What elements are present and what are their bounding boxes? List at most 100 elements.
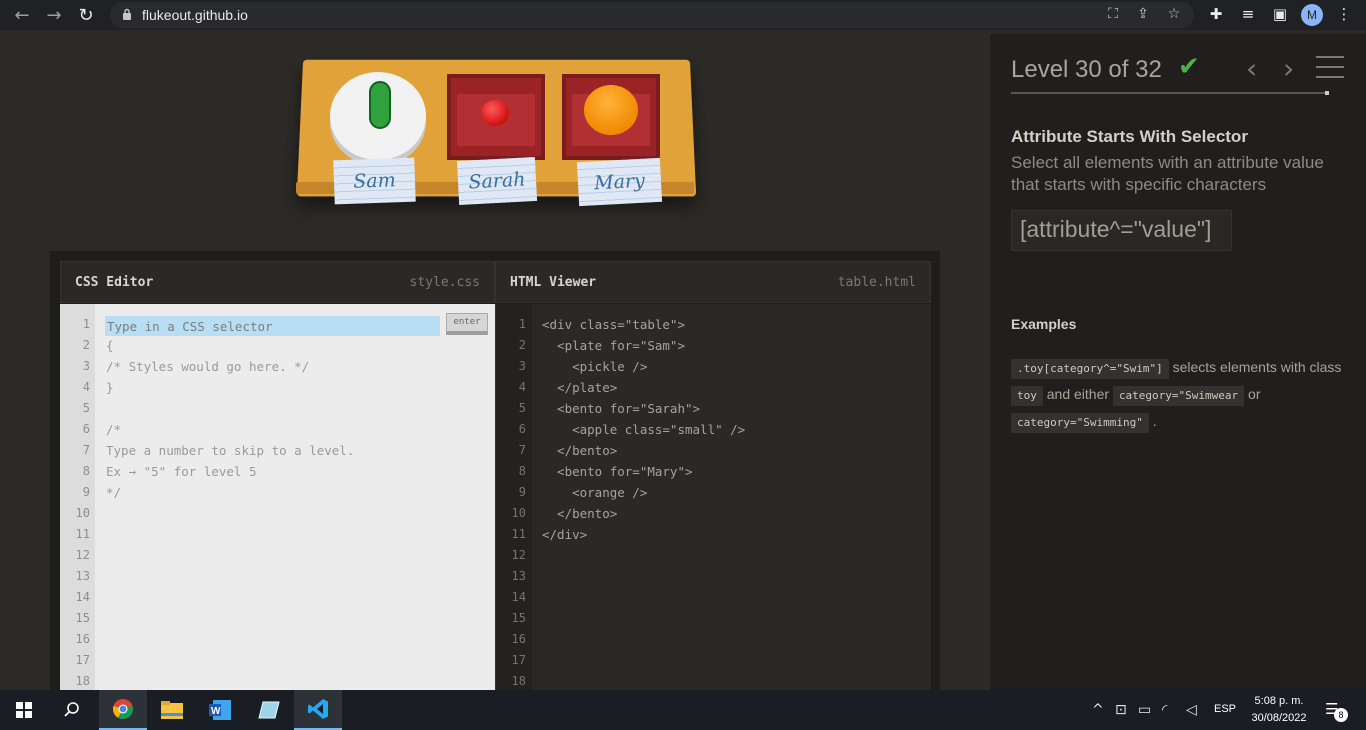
code-line: <bento for="Sarah">: [542, 401, 701, 416]
level-menu-icon[interactable]: [1316, 56, 1344, 78]
meet-now-icon[interactable]: ⊡: [1115, 702, 1127, 718]
example-prose: or: [1244, 386, 1261, 402]
level-progress-marker: [1325, 91, 1329, 95]
example-text: .toy[category^="Swim"] selects elements …: [1011, 354, 1351, 435]
editor-panel: CSS Editor style.css HTML Viewer table.h…: [50, 251, 940, 690]
code-line: Type a number to skip to a level.: [106, 443, 355, 458]
search-icon[interactable]: [48, 690, 96, 730]
line-number: 13: [511, 569, 526, 583]
wifi-icon[interactable]: ◜: [1162, 702, 1167, 718]
share-icon[interactable]: ⇪: [1134, 6, 1152, 24]
css-editor-header: CSS Editor style.css: [60, 261, 495, 303]
line-number: 18: [75, 674, 90, 688]
system-clock[interactable]: 5:08 p. m. 30/08/2022: [1244, 693, 1314, 727]
line-number: 12: [511, 548, 526, 562]
code-line: <plate for="Sam">: [542, 338, 685, 353]
css-line-gutter: 1 2 3 4 5 6 7 8 9 10 11 12 13 14 15 16 17 18: [60, 304, 95, 690]
translate-icon[interactable]: ⛶: [1104, 6, 1122, 24]
line-number: 7: [518, 443, 526, 457]
line-number: 16: [75, 632, 90, 646]
selector-syntax: [attribute^="value"]: [1011, 210, 1232, 251]
menu-icon[interactable]: ⋮: [1334, 5, 1354, 25]
name-tag-sarah: Sarah: [456, 156, 538, 206]
line-number: 17: [511, 653, 526, 667]
notepad-icon[interactable]: [245, 690, 293, 730]
code-line: <orange />: [542, 485, 648, 500]
extensions-icon[interactable]: ✚: [1206, 5, 1226, 25]
line-number: 9: [518, 485, 526, 499]
line-number: 1: [518, 317, 526, 331]
pickle[interactable]: [369, 81, 391, 129]
notification-badge: 8: [1334, 708, 1348, 722]
apple-small[interactable]: [481, 100, 509, 126]
line-number: 16: [511, 632, 526, 646]
html-viewer-body: 1 2 3 4 5 6 7 8 9 10 11 12 13 14 15 16 17 18 <div class="…: [495, 304, 931, 690]
code-line: <bento for="Mary">: [542, 464, 693, 479]
code-line: </div>: [542, 527, 588, 542]
code-line: }: [106, 380, 114, 395]
address-bar[interactable]: flukeout.github.io ⛶ ⇪ ☆: [110, 2, 1194, 28]
clock-time: 5:08 p. m.: [1254, 695, 1304, 707]
example-code: toy: [1011, 386, 1043, 406]
previous-level-icon[interactable]: ‹: [1246, 52, 1257, 85]
line-number: 7: [82, 443, 90, 457]
html-viewer-filename: table.html: [837, 275, 916, 290]
name-tag-sam: Sam: [333, 157, 416, 205]
check-icon: ✔: [1178, 52, 1200, 82]
vscode-icon[interactable]: [294, 690, 342, 730]
line-number: 3: [82, 359, 90, 373]
name-tag-mary: Mary: [576, 157, 663, 207]
star-icon[interactable]: ☆: [1165, 6, 1183, 24]
line-number: 14: [75, 590, 90, 604]
line-number: 5: [518, 401, 526, 415]
reload-icon[interactable]: ↻: [74, 3, 98, 27]
level-sidebar: Level 30 of 32 ✔ ‹ › Attribute Starts Wi…: [990, 34, 1366, 690]
code-line: /*: [106, 422, 122, 437]
profile-avatar[interactable]: M: [1301, 4, 1323, 26]
line-number: 8: [82, 464, 90, 478]
line-number: 12: [75, 548, 90, 562]
back-arrow-icon[interactable]: ←: [10, 3, 34, 27]
line-number: 1: [82, 317, 90, 331]
line-number: 3: [518, 359, 526, 373]
example-prose: and either: [1042, 386, 1113, 402]
lock-icon: [123, 8, 131, 20]
example-code: category="Swimwear: [1112, 386, 1245, 406]
line-number: 11: [511, 527, 526, 541]
chrome-icon[interactable]: [99, 690, 147, 730]
enter-button[interactable]: enter: [446, 313, 488, 335]
example-prose: .: [1148, 413, 1157, 429]
code-line: <apple class="small" />: [542, 422, 746, 437]
language-indicator[interactable]: ESP: [1214, 703, 1236, 715]
line-number: 2: [82, 338, 90, 352]
css-selector-input[interactable]: [105, 316, 440, 336]
html-line-gutter: 1 2 3 4 5 6 7 8 9 10 11 12 13 14 15 16 17 18: [496, 304, 532, 690]
notification-center-icon[interactable]: ☰ 8: [1325, 700, 1348, 722]
line-number: 14: [511, 590, 526, 604]
volume-icon[interactable]: ◁: [1186, 702, 1197, 718]
game-area: Sam Sarah Mary CSS Editor style.css HTML…: [0, 34, 990, 690]
line-number: 15: [511, 611, 526, 625]
battery-icon[interactable]: ▭: [1138, 702, 1151, 718]
show-hidden-icons[interactable]: ^: [1092, 702, 1104, 718]
media-icon[interactable]: ≡: [1238, 5, 1258, 25]
next-level-icon[interactable]: ›: [1283, 52, 1294, 85]
side-panel-icon[interactable]: ▣: [1270, 5, 1290, 25]
orange[interactable]: [584, 85, 638, 135]
css-editor-title: CSS Editor: [75, 275, 154, 290]
code-line: </bento>: [542, 443, 618, 458]
browser-toolbar: ← → ↻ flukeout.github.io ⛶ ⇪ ☆ ✚ ≡ ▣ M ⋮: [0, 0, 1366, 30]
level-progress-bar: [1011, 92, 1329, 94]
line-number: 18: [511, 674, 526, 688]
code-line: */: [106, 485, 122, 500]
line-number: 11: [75, 527, 90, 541]
example-code: category="Swimming": [1011, 413, 1149, 433]
file-explorer-icon[interactable]: [148, 690, 196, 730]
start-icon[interactable]: [0, 690, 48, 730]
forward-arrow-icon[interactable]: →: [42, 3, 66, 27]
examples-heading: Examples: [1011, 316, 1077, 332]
line-number: 6: [82, 422, 90, 436]
line-number: 10: [75, 506, 90, 520]
word-icon[interactable]: W: [196, 690, 244, 730]
line-number: 4: [82, 380, 90, 394]
